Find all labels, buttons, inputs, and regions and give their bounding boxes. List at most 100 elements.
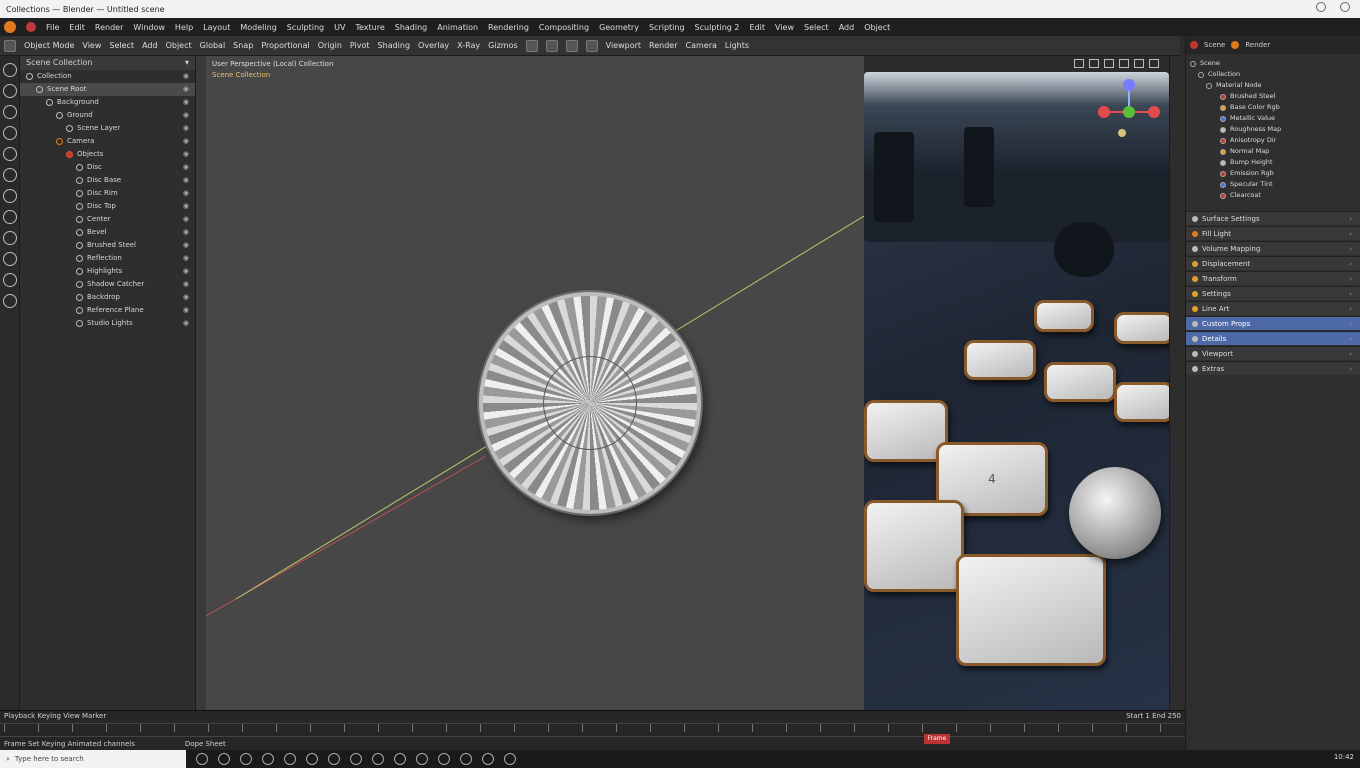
- visibility-eye-icon[interactable]: ◉: [183, 317, 189, 330]
- properties-tab[interactable]: Render: [1245, 41, 1270, 49]
- chevron-right-icon[interactable]: ›: [1349, 287, 1352, 301]
- properties-tree-row[interactable]: Normal Map: [1190, 146, 1360, 157]
- properties-section[interactable]: Fill Light ›: [1186, 226, 1360, 240]
- wireframe-icon[interactable]: [1074, 59, 1084, 68]
- transform-icon[interactable]: [565, 39, 578, 52]
- proportional-icon[interactable]: [545, 39, 558, 52]
- toolbar-button[interactable]: Shading: [378, 41, 411, 50]
- taskbar-search[interactable]: ⌕ Type here to search: [0, 750, 186, 768]
- gizmo-x-neg-handle[interactable]: [1148, 106, 1160, 118]
- scale-tool-icon[interactable]: [3, 147, 17, 161]
- outliner-row[interactable]: Shadow Catcher ◉: [20, 278, 195, 291]
- properties-tree-row[interactable]: Anisotropy Dir: [1190, 135, 1360, 146]
- properties-tree-row[interactable]: Scene: [1190, 58, 1360, 69]
- app-icon[interactable]: [438, 753, 450, 765]
- outliner-row[interactable]: Disc ◉: [20, 161, 195, 174]
- visibility-eye-icon[interactable]: ◉: [183, 70, 189, 83]
- visibility-eye-icon[interactable]: ◉: [183, 161, 189, 174]
- visibility-eye-icon[interactable]: ◉: [183, 200, 189, 213]
- visibility-eye-icon[interactable]: ◉: [183, 187, 189, 200]
- minimize-icon[interactable]: [1316, 2, 1326, 12]
- visibility-eye-icon[interactable]: ◉: [183, 226, 189, 239]
- properties-section[interactable]: Extras ›: [1186, 361, 1360, 375]
- outliner-row[interactable]: Disc Rim ◉: [20, 187, 195, 200]
- menu-item[interactable]: File: [46, 23, 59, 32]
- menu-item[interactable]: Render: [95, 23, 123, 32]
- chevron-right-icon[interactable]: ›: [1349, 317, 1352, 331]
- chevron-right-icon[interactable]: ›: [1349, 302, 1352, 316]
- properties-tree-row[interactable]: Emission Rgb: [1190, 168, 1360, 179]
- properties-tab[interactable]: Scene: [1204, 41, 1225, 49]
- annotate-tool-icon[interactable]: [3, 189, 17, 203]
- select-tool-icon[interactable]: [3, 63, 17, 77]
- outliner-row[interactable]: Ground ◉: [20, 109, 195, 122]
- visibility-eye-icon[interactable]: ◉: [183, 265, 189, 278]
- visibility-eye-icon[interactable]: ◉: [183, 252, 189, 265]
- outliner-row[interactable]: Disc Base ◉: [20, 174, 195, 187]
- workspace-tab[interactable]: Scripting: [649, 23, 685, 32]
- menu-item[interactable]: Help: [175, 23, 193, 32]
- workspace-tab[interactable]: UV: [334, 23, 345, 32]
- menu-item[interactable]: Edit: [69, 23, 85, 32]
- extrude-tool-icon[interactable]: [3, 252, 17, 266]
- properties-tree-row[interactable]: Base Color Rgb: [1190, 102, 1360, 113]
- toolbar-button[interactable]: Proportional: [261, 41, 309, 50]
- workspace-tab[interactable]: Shading: [395, 23, 428, 32]
- app-icon[interactable]: [350, 753, 362, 765]
- solid-icon[interactable]: [1089, 59, 1099, 68]
- properties-tree-row[interactable]: Clearcoat: [1190, 190, 1360, 201]
- menu-item[interactable]: Object: [864, 23, 890, 32]
- visibility-eye-icon[interactable]: ◉: [183, 135, 189, 148]
- toolbar-button[interactable]: Object: [166, 41, 192, 50]
- workspace-tab[interactable]: Rendering: [488, 23, 529, 32]
- outliner-row[interactable]: Camera ◉: [20, 135, 195, 148]
- toolbar-button[interactable]: Lights: [725, 41, 749, 50]
- clock[interactable]: 10:42: [1334, 753, 1354, 761]
- properties-section[interactable]: Details ›: [1186, 331, 1360, 345]
- app-icon[interactable]: [284, 753, 296, 765]
- chevron-right-icon[interactable]: ›: [1349, 227, 1352, 241]
- gizmo-icon[interactable]: [1149, 59, 1159, 68]
- 3d-viewport[interactable]: User Perspective (Local) Collection Scen…: [196, 56, 864, 710]
- menu-item[interactable]: Add: [839, 23, 855, 32]
- outliner-row[interactable]: Reference Plane ◉: [20, 304, 195, 317]
- task-view-icon[interactable]: [196, 753, 208, 765]
- toolbar-button[interactable]: Add: [142, 41, 158, 50]
- menu-item[interactable]: Select: [804, 23, 829, 32]
- app-icon[interactable]: [240, 753, 252, 765]
- properties-section[interactable]: Line Art ›: [1186, 301, 1360, 315]
- app-logo-icon[interactable]: [4, 21, 16, 33]
- filter-icon[interactable]: ▾: [185, 58, 189, 68]
- cursor-tool-icon[interactable]: [3, 84, 17, 98]
- toolbar-button[interactable]: Object Mode: [24, 41, 74, 50]
- properties-section[interactable]: Volume Mapping ›: [1186, 241, 1360, 255]
- visibility-eye-icon[interactable]: ◉: [183, 174, 189, 187]
- snap-icon[interactable]: [525, 39, 538, 52]
- toolbar-button[interactable]: Render: [649, 41, 677, 50]
- workspace-tab[interactable]: Layout: [203, 23, 230, 32]
- current-frame-badge[interactable]: Frame: [924, 734, 950, 744]
- toolbar-button[interactable]: View: [82, 41, 101, 50]
- chevron-right-icon[interactable]: ›: [1349, 272, 1352, 286]
- visibility-eye-icon[interactable]: ◉: [183, 83, 189, 96]
- visibility-eye-icon[interactable]: ◉: [183, 122, 189, 135]
- properties-tree-row[interactable]: Material Node: [1190, 80, 1360, 91]
- grid-icon[interactable]: [585, 39, 598, 52]
- gizmo-center-handle[interactable]: [1118, 129, 1126, 137]
- workspace-tab[interactable]: Compositing: [539, 23, 589, 32]
- move-tool-icon[interactable]: [3, 105, 17, 119]
- visibility-eye-icon[interactable]: ◉: [183, 109, 189, 122]
- visibility-eye-icon[interactable]: ◉: [183, 278, 189, 291]
- outliner-row[interactable]: Center ◉: [20, 213, 195, 226]
- transform-tool-icon[interactable]: [3, 168, 17, 182]
- app-icon[interactable]: [306, 753, 318, 765]
- outliner-row[interactable]: Scene Layer ◉: [20, 122, 195, 135]
- workspace-tab[interactable]: Sculpting: [287, 23, 324, 32]
- workspace-tab[interactable]: Modeling: [240, 23, 276, 32]
- gizmo-z-handle[interactable]: [1123, 79, 1135, 91]
- properties-tree-row[interactable]: Roughness Map: [1190, 124, 1360, 135]
- outliner-row[interactable]: Reflection ◉: [20, 252, 195, 265]
- bevel-tool-icon[interactable]: [3, 294, 17, 308]
- brushed-metal-disc[interactable]: [479, 292, 701, 514]
- workspace-tab[interactable]: Texture: [355, 23, 384, 32]
